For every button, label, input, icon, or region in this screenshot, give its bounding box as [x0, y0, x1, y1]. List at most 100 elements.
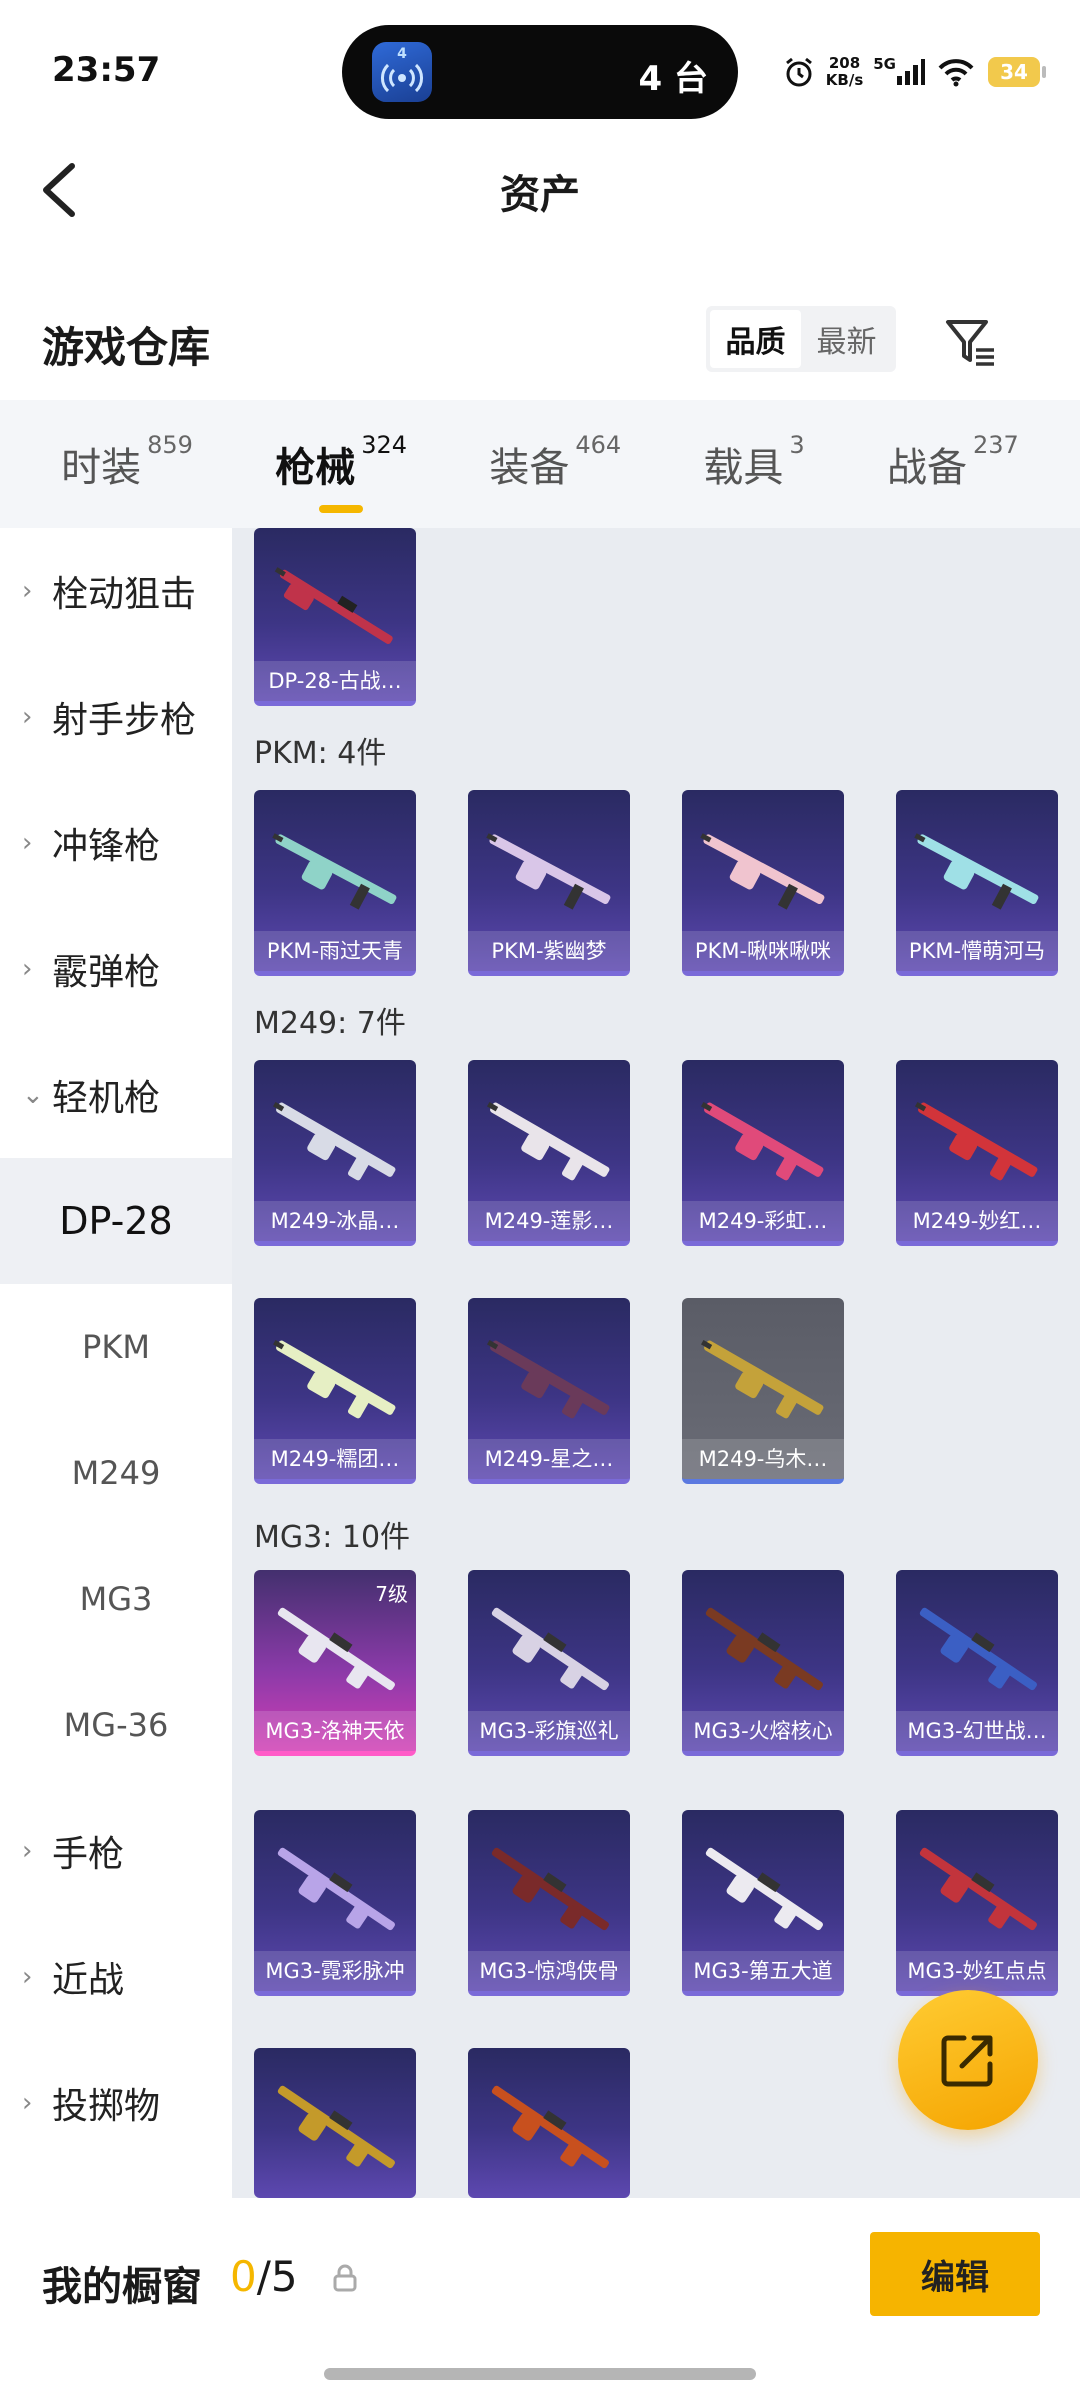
sidebar-item-label: M249 — [71, 1454, 161, 1492]
tab-count: 3 — [789, 431, 805, 459]
dynamic-island[interactable]: 4 4 台 — [342, 25, 738, 119]
machine-gun-skin-icon — [919, 1847, 1037, 1931]
chevron-down-icon: ⌄ — [22, 1080, 44, 1110]
sidebar-item-pistol[interactable]: › 手枪 — [0, 1788, 232, 1914]
skin-card[interactable]: 7级 MG3-洛神天依 — [254, 1570, 416, 1756]
sidebar-item-dp28[interactable]: DP-28 — [0, 1158, 232, 1284]
sidebar-item-shotgun[interactable]: › 霰弹枪 — [0, 906, 232, 1032]
group-label-pkm: PKM: 4件 — [254, 736, 387, 771]
skin-card[interactable]: MG3-霓彩脉冲 — [254, 1810, 416, 1996]
tab-firearms[interactable]: 枪械 324 — [275, 431, 407, 513]
showcase-used-count: 0 — [230, 2252, 257, 2301]
tab-count: 324 — [361, 431, 408, 459]
skin-card[interactable]: M249-糯团… — [254, 1298, 416, 1484]
sidebar-item-throwable[interactable]: › 投掷物 — [0, 2040, 232, 2166]
skin-card[interactable]: MG3-妙红点点 — [896, 1810, 1058, 1996]
battery-level: 34 — [1000, 60, 1028, 84]
group-label-mg3: MG3: 10件 — [254, 1520, 411, 1555]
tab-label: 装备 — [489, 445, 570, 491]
group-label-m249: M249: 7件 — [254, 1006, 406, 1041]
sidebar-item-marksman-rifle[interactable]: › 射手步枪 — [0, 654, 232, 780]
tab-count: 464 — [575, 431, 622, 459]
sidebar-item-melee[interactable]: › 近战 — [0, 1914, 232, 2040]
skin-card-label: MG3-霓彩脉冲 — [254, 1951, 416, 1991]
skin-card[interactable]: MG3-第五大道 — [682, 1810, 844, 1996]
skin-card[interactable]: M249-乌木… — [682, 1298, 844, 1484]
skin-card-label: MG3-火熔核心 — [682, 1711, 844, 1751]
sidebar-item-label: 近战 — [52, 1960, 125, 2001]
lock-icon — [333, 2264, 357, 2292]
skin-card[interactable]: MG3-火熔核心 — [682, 1570, 844, 1756]
sidebar-item-pkm[interactable]: PKM — [0, 1284, 232, 1410]
chevron-right-icon: › — [22, 702, 33, 732]
skin-card-label: MG3-第五大道 — [682, 1951, 844, 1991]
sidebar-item-label: 投掷物 — [52, 2086, 161, 2127]
skin-card[interactable]: PKM-懵萌河马 — [896, 790, 1058, 976]
tab-label: 时装 — [61, 445, 142, 491]
sidebar-item-bolt-sniper[interactable]: › 栓动狙击 — [0, 528, 232, 654]
skin-card-label: DP-28-古战… — [254, 661, 416, 701]
share-button[interactable] — [898, 1990, 1038, 2130]
skin-card-label: PKM-懵萌河马 — [896, 931, 1058, 971]
skin-card[interactable] — [254, 2048, 416, 2198]
skin-card-label: M249-乌木… — [682, 1439, 844, 1479]
machine-gun-skin-icon — [705, 1607, 823, 1691]
signal-icon — [897, 59, 925, 85]
sidebar-item-smg[interactable]: › 冲锋枪 — [0, 780, 232, 906]
edit-button[interactable]: 编辑 — [870, 2232, 1040, 2316]
net-speed-unit: KB/s — [825, 71, 864, 89]
sidebar-item-mg36[interactable]: MG-36 — [0, 1662, 232, 1788]
status-icons: 208 KB/s 5G 34 — [782, 52, 1046, 92]
tab-equipment[interactable]: 装备 464 — [489, 431, 621, 493]
sidebar-item-label: MG3 — [79, 1580, 153, 1618]
category-tabs: 时装 859 枪械 324 装备 464 载具 3 战备 237 — [0, 400, 1080, 528]
skin-card[interactable]: M249-星之… — [468, 1298, 630, 1484]
skin-card[interactable]: PKM-啾咪啾咪 — [682, 790, 844, 976]
skin-card-label: MG3-惊鸿侠骨 — [468, 1951, 630, 1991]
skin-card[interactable] — [468, 2048, 630, 2198]
skin-card[interactable]: M249-彩虹… — [682, 1060, 844, 1246]
sidebar-item-label: 栓动狙击 — [52, 574, 197, 615]
tab-fashion[interactable]: 时装 859 — [61, 431, 193, 493]
status-bar: 23:57 4 4 台 208 KB/s 5G 34 — [0, 0, 1080, 140]
skin-card[interactable]: M249-冰晶… — [254, 1060, 416, 1246]
skin-card[interactable]: PKM-雨过天青 — [254, 790, 416, 976]
machine-gun-skin-icon — [277, 1847, 395, 1931]
status-time: 23:57 — [52, 50, 161, 90]
sort-toggle: 品质 最新 — [706, 306, 896, 372]
machine-gun-skin-icon — [700, 833, 825, 910]
skin-card[interactable]: PKM-紫幽梦 — [468, 790, 630, 976]
skin-card-label: M249-彩虹… — [682, 1201, 844, 1241]
skin-card-label: PKM-紫幽梦 — [468, 931, 630, 971]
skin-card[interactable]: M249-妙红… — [896, 1060, 1058, 1246]
skin-card[interactable]: M249-莲影… — [468, 1060, 630, 1246]
sidebar-item-label: 轻机枪 — [52, 1078, 161, 1119]
skin-level-badge: 7级 — [375, 1582, 408, 1606]
skin-card[interactable]: DP-28-古战… — [254, 528, 416, 706]
skin-grid[interactable]: DP-28-古战… PKM: 4件 PKM-雨过天青 PKM-紫幽梦 PKM-啾… — [232, 528, 1080, 2198]
skin-card-label: M249-冰晶… — [254, 1201, 416, 1241]
tab-vehicles[interactable]: 载具 3 — [703, 431, 804, 493]
skin-card[interactable]: MG3-惊鸿侠骨 — [468, 1810, 630, 1996]
machine-gun-skin-icon — [487, 1102, 610, 1181]
chevron-right-icon: › — [22, 576, 33, 606]
sort-option-quality[interactable]: 品质 — [710, 310, 801, 368]
sidebar-item-mg3[interactable]: MG3 — [0, 1536, 232, 1662]
skin-card[interactable]: MG3-幻世战… — [896, 1570, 1058, 1756]
skin-card[interactable]: MG3-彩旗巡礼 — [468, 1570, 630, 1756]
filter-button[interactable] — [940, 312, 1000, 372]
machine-gun-skin-icon — [272, 833, 397, 910]
tab-supplies[interactable]: 战备 237 — [887, 431, 1019, 493]
share-arrow-icon — [941, 2035, 993, 2087]
machine-gun-skin-icon — [486, 833, 611, 910]
alarm-icon — [785, 57, 812, 87]
machine-gun-skin-icon — [277, 2085, 395, 2169]
showcase-total-count: /5 — [256, 2252, 298, 2301]
machine-gun-skin-icon — [705, 1847, 823, 1931]
skin-card-label: PKM-雨过天青 — [254, 931, 416, 971]
sidebar-item-m249[interactable]: M249 — [0, 1410, 232, 1536]
sort-option-newest[interactable]: 最新 — [801, 310, 892, 368]
skin-card-label: MG3-洛神天依 — [254, 1711, 416, 1751]
home-indicator[interactable] — [324, 2368, 756, 2380]
sidebar-item-lmg[interactable]: ⌄ 轻机枪 — [0, 1032, 232, 1158]
